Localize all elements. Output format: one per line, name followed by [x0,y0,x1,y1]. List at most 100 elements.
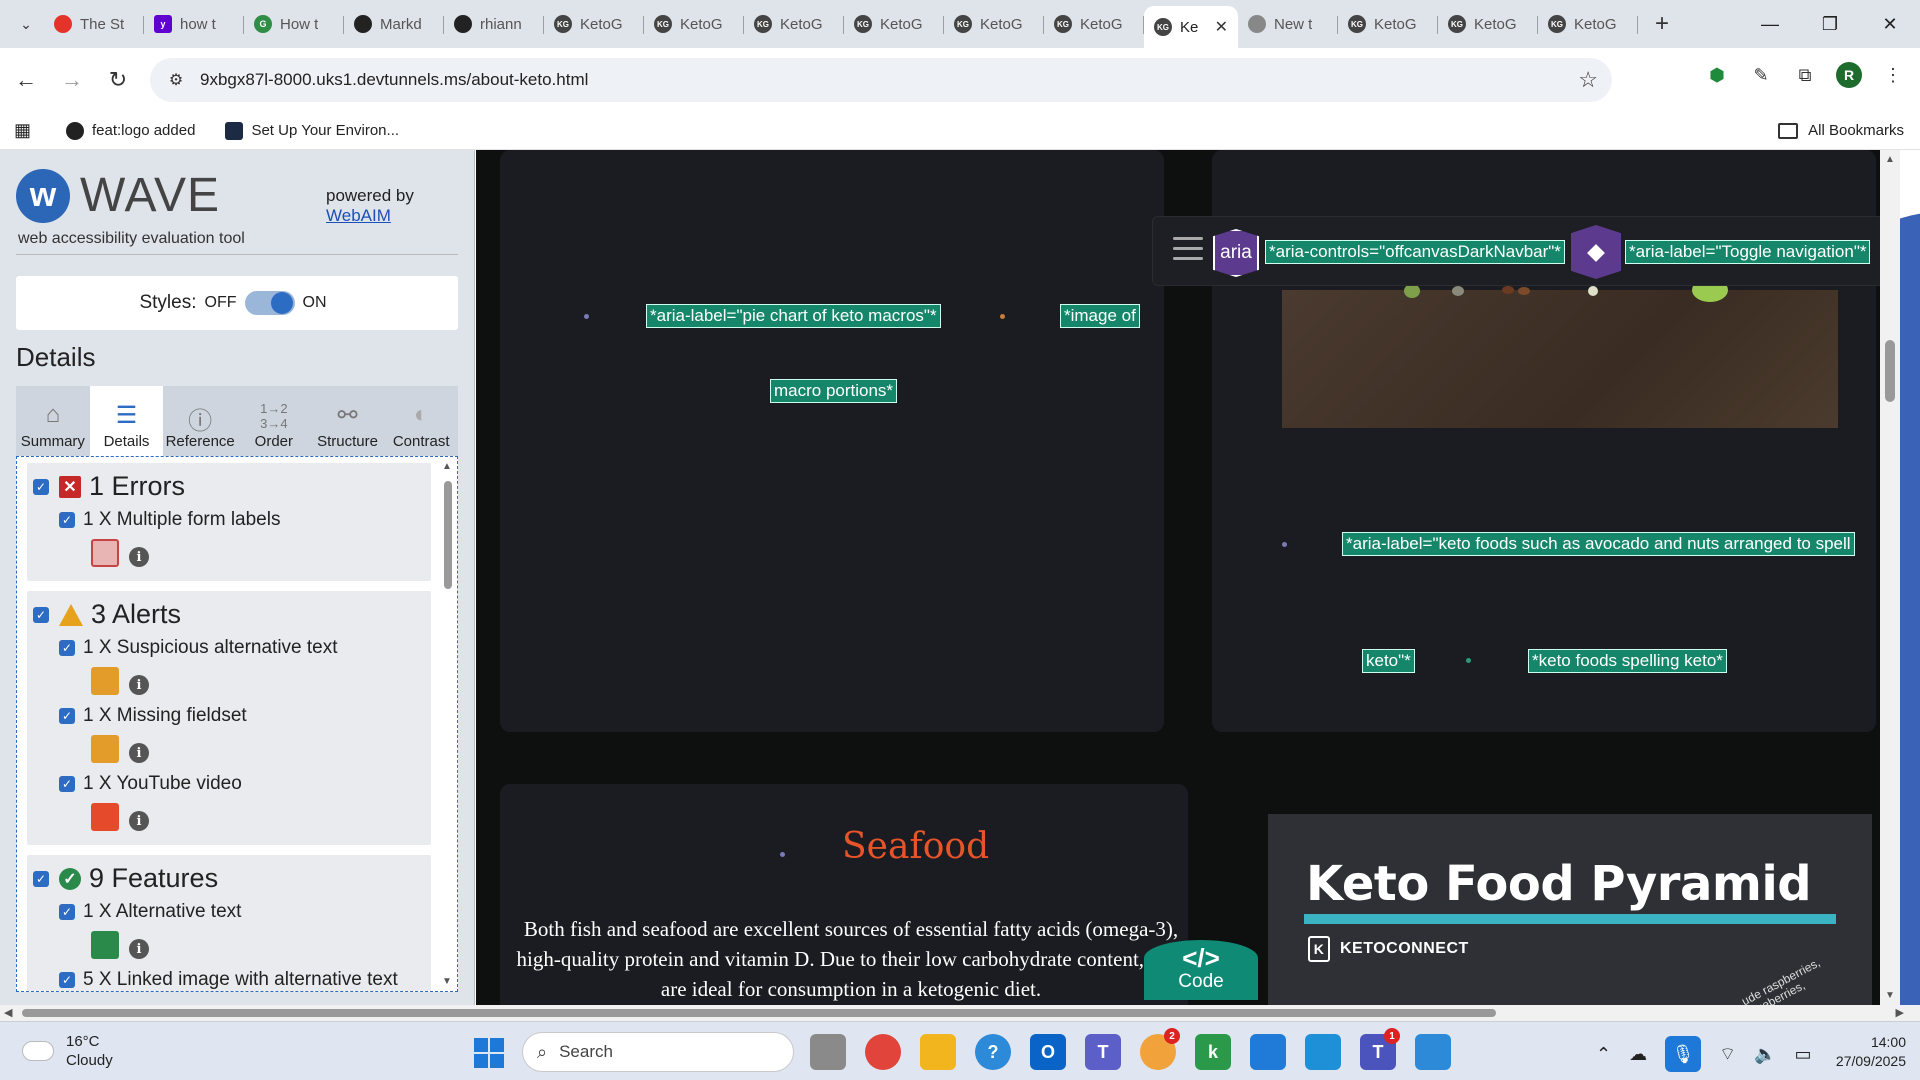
hamburger-menu-icon[interactable] [1173,237,1203,263]
back-button[interactable]: ← [6,60,46,100]
browser-tab[interactable]: KG KetoG [844,6,944,42]
browser-tab[interactable]: KG KetoG [1338,6,1438,42]
browser-tab[interactable]: G How t [244,6,344,42]
scroll-right-arrow[interactable]: ▶ [1896,1006,1904,1019]
alt-text-tag[interactable]: *image of [1060,304,1140,328]
teams-icon[interactable]: T [1085,1034,1121,1070]
browser-tab[interactable]: y how t [144,6,244,42]
info-icon[interactable]: i [129,811,149,831]
aria-label-tag[interactable]: *aria-label="Toggle navigation"* [1625,240,1871,264]
tab-search-button[interactable]: ⌄ [8,6,44,42]
weather-widget[interactable]: 16°C Cloudy [22,1032,113,1070]
site-info-icon[interactable]: ⚙ [156,60,196,100]
alert-item-checkbox[interactable]: ✓ [59,776,75,792]
alt-text-tag[interactable]: *keto foods spelling keto* [1528,649,1727,673]
browser-tab[interactable]: KG KetoG [944,6,1044,42]
task-view-icon[interactable] [810,1034,846,1070]
tab-reference[interactable]: ⓘ Reference [163,386,237,456]
tab-order[interactable]: 1→2 3→4 Order [237,386,311,456]
forward-button[interactable]: → [52,60,92,100]
browser-tab[interactable]: KG KetoG [1538,6,1638,42]
browser-tab[interactable]: KG KetoG [744,6,844,42]
teams-work-icon[interactable]: T1 [1360,1028,1400,1070]
copilot-icon[interactable]: 2 [1140,1028,1180,1070]
extensions-puzzle-icon[interactable]: ⧉ [1792,62,1818,88]
address-bar[interactable]: ⚙ 9xbgx87l-8000.uks1.devtunnels.ms/about… [150,58,1612,102]
bookmark-item[interactable]: feat:logo added [66,121,195,140]
taskbar-search[interactable]: ⌕ Search [522,1032,794,1072]
multiple-labels-icon[interactable] [91,539,119,567]
close-window-button[interactable]: ✕ [1860,0,1920,48]
scroll-thumb[interactable] [22,1009,1496,1017]
tab-structure[interactable]: ⚯ Structure [311,386,385,456]
wave-code-button[interactable]: </> Code [1144,940,1258,1000]
alert-item-checkbox[interactable]: ✓ [59,640,75,656]
feature-item-checkbox[interactable]: ✓ [59,972,75,988]
error-item-checkbox[interactable]: ✓ [59,512,75,528]
apps-grid-icon[interactable]: ▦ [14,120,36,141]
eyedropper-icon[interactable]: ✎ [1748,62,1774,88]
shield-extension-icon[interactable]: ⬢ [1704,62,1730,88]
scroll-thumb[interactable] [444,481,452,589]
tab-summary[interactable]: ⌂ Summary [16,386,90,456]
scroll-thumb[interactable] [1885,340,1895,402]
info-icon[interactable]: i [129,743,149,763]
page-horizontal-scrollbar[interactable]: ◀ ▶ [0,1005,1920,1021]
aria-controls-tag[interactable]: *aria-controls="offcanvasDarkNavbar"* [1265,240,1565,264]
photos-icon[interactable] [1415,1034,1451,1070]
url-text[interactable]: 9xbgx87l-8000.uks1.devtunnels.ms/about-k… [200,70,588,90]
reload-button[interactable]: ↻ [98,60,138,100]
aria-badge-icon[interactable]: aria [1213,229,1259,277]
tab-contrast[interactable]: ◐ Contrast [384,386,458,456]
vscode-icon[interactable] [1250,1034,1286,1070]
browser-tab[interactable]: New t [1238,6,1338,42]
alt-text-tag[interactable]: macro portions* [770,379,898,403]
battery-icon[interactable]: ▭ [1794,1044,1811,1065]
aria-label-tag[interactable]: *aria-label="pie chart of keto macros"* [646,304,941,328]
restore-button[interactable]: ❐ [1800,0,1860,48]
scroll-up-arrow[interactable]: ▲ [442,461,452,472]
kotlin-app-icon[interactable]: k [1195,1034,1231,1070]
minimize-button[interactable]: — [1740,0,1800,48]
info-icon[interactable]: i [129,939,149,959]
profile-avatar[interactable]: R [1836,62,1862,88]
missing-fieldset-icon[interactable] [91,735,119,763]
alerts-checkbox[interactable]: ✓ [33,606,49,623]
close-tab-icon[interactable]: ✕ [1215,17,1228,37]
chevron-up-icon[interactable]: ⌃ [1596,1044,1611,1065]
browser-tab[interactable]: rhiann [444,6,544,42]
wifi-icon[interactable]: ⌔ [1719,1043,1736,1066]
bookmark-star-icon[interactable]: ☆ [1578,67,1598,93]
browser-tab[interactable]: Markd [344,6,444,42]
scroll-left-arrow[interactable]: ◀ [4,1006,12,1019]
scroll-down-arrow[interactable]: ▼ [442,976,452,987]
scroll-down-arrow[interactable]: ▼ [1885,990,1895,1001]
browser-menu-icon[interactable]: ⋮ [1880,62,1906,88]
youtube-video-icon[interactable] [91,803,119,831]
suspicious-alt-icon[interactable] [91,667,119,695]
errors-checkbox[interactable]: ✓ [33,478,49,495]
help-icon[interactable]: ? [975,1034,1011,1070]
page-vertical-scrollbar[interactable]: ▲ ▼ [1880,150,1900,1005]
info-icon[interactable]: i [129,547,149,567]
browser-tab-active[interactable]: KG Ke ✕ [1144,6,1238,48]
browser-tab[interactable]: KG KetoG [544,6,644,42]
info-icon[interactable]: i [129,675,149,695]
outlook-icon[interactable]: O [1030,1034,1066,1070]
browser-tab[interactable]: The St [44,6,144,42]
aria-label-tag[interactable]: keto"* [1362,649,1415,673]
new-tab-button[interactable]: + [1644,10,1680,38]
webaim-link[interactable]: WebAIM [326,206,391,225]
panel-scrollbar[interactable]: ▲ ▼ [441,461,455,987]
alt-text-icon[interactable] [91,931,119,959]
label-tag-icon[interactable]: ⬥ [1571,225,1621,279]
features-checkbox[interactable]: ✓ [33,870,49,887]
all-bookmarks-button[interactable]: All Bookmarks [1778,122,1904,139]
scroll-up-arrow[interactable]: ▲ [1885,154,1895,165]
styles-toggle[interactable] [244,291,295,315]
feature-item-checkbox[interactable]: ✓ [59,904,75,920]
browser-tab[interactable]: KG KetoG [1044,6,1144,42]
browser-tab[interactable]: KG KetoG [644,6,744,42]
onedrive-icon[interactable]: ☁ [1629,1044,1647,1065]
file-explorer-icon[interactable] [920,1034,956,1070]
